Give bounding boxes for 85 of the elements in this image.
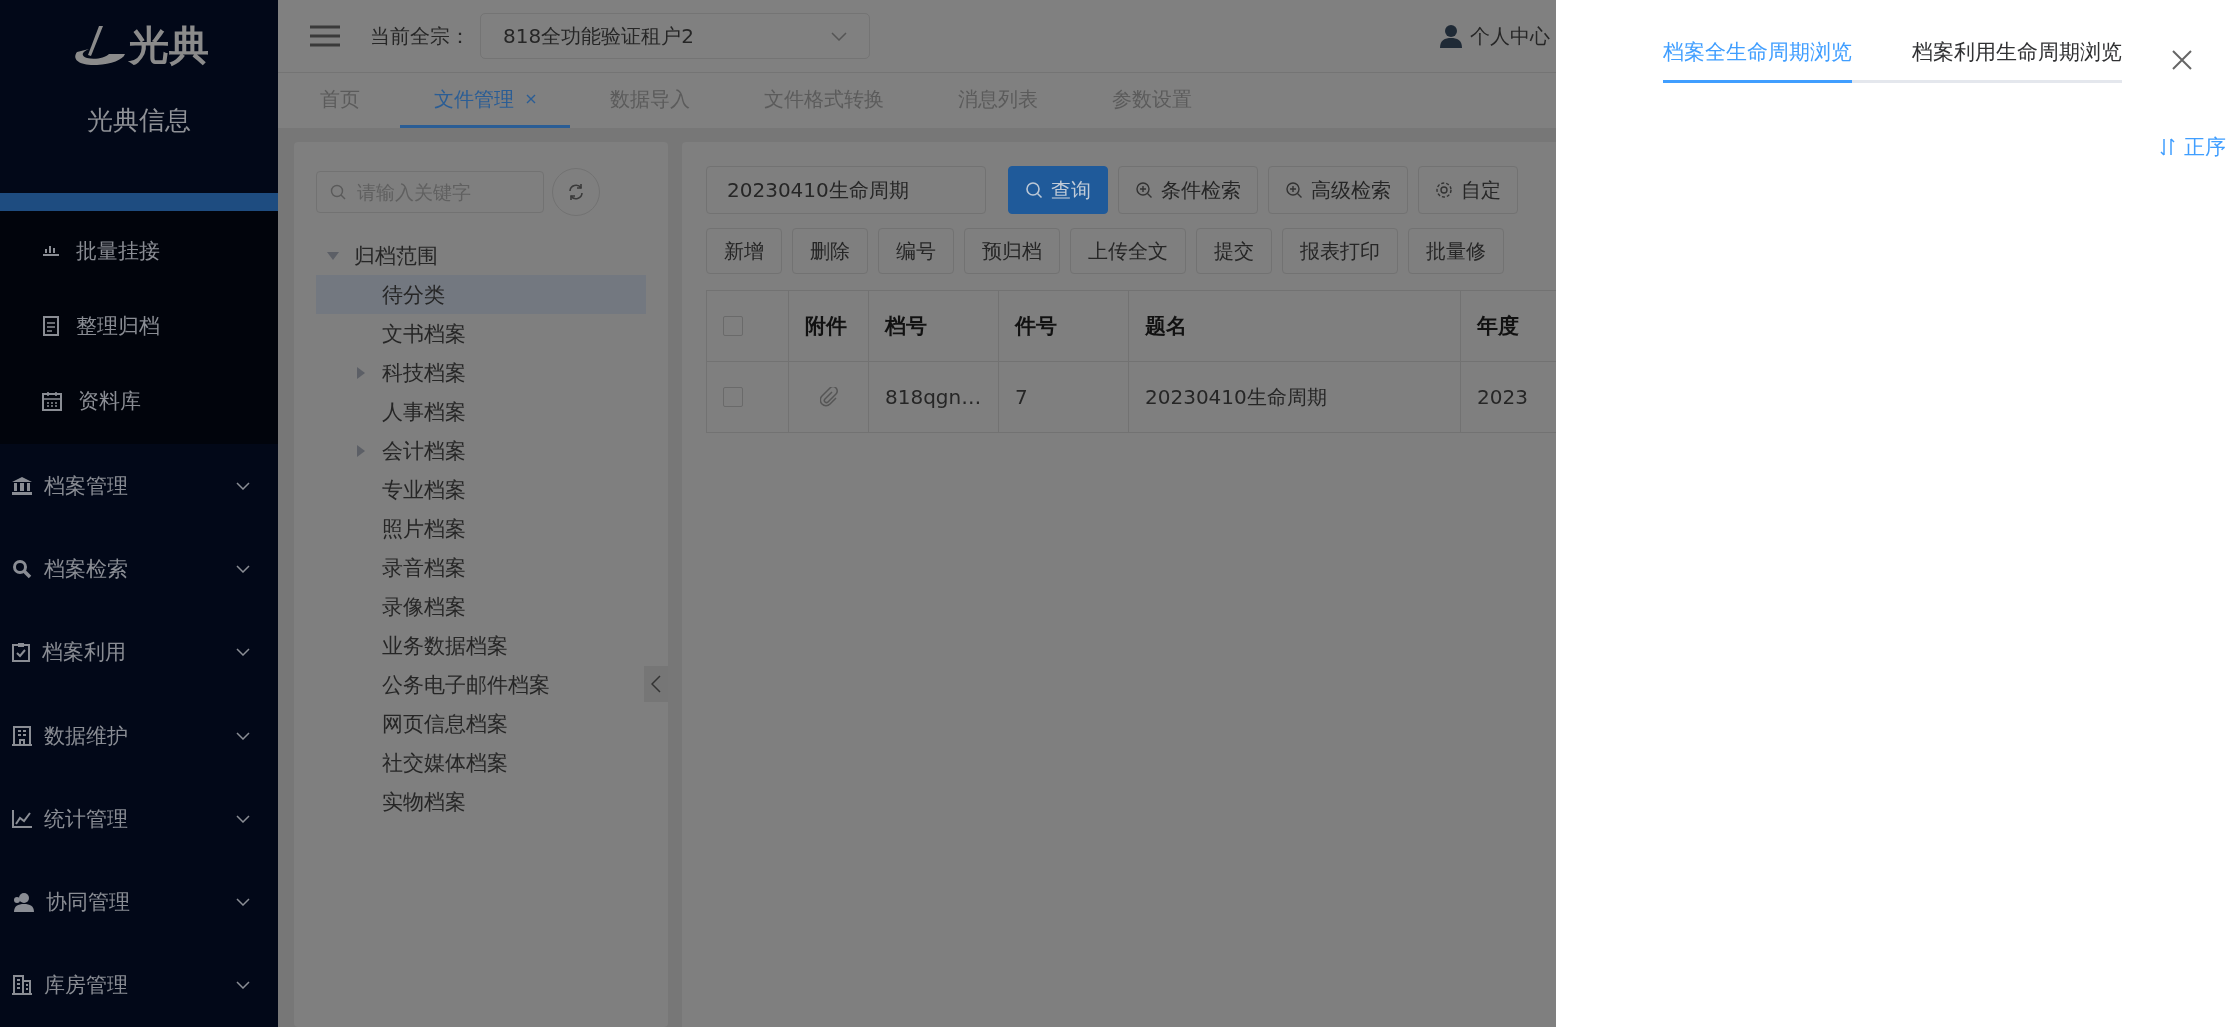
building-icon: [12, 975, 32, 996]
tree-node[interactable]: 文书档案: [316, 314, 646, 353]
fonds-label: 当前全宗：: [370, 22, 470, 50]
zoom-in-icon: [1135, 181, 1153, 199]
tree-node[interactable]: 照片档案: [316, 509, 646, 548]
sort-toggle[interactable]: 正序: [2160, 133, 2226, 161]
submenu-item[interactable]: 批量挂接: [0, 213, 278, 289]
action-button[interactable]: 批量修: [1408, 228, 1504, 274]
search-button[interactable]: 高级检索: [1268, 166, 1408, 214]
drawer-tab[interactable]: 档案利用生命周期浏览: [1912, 36, 2122, 83]
submenu-item[interactable]: 整理归档: [0, 288, 278, 364]
chevron-down-icon: [236, 898, 250, 907]
sort-icon: [2160, 138, 2176, 156]
tree-node[interactable]: 实物档案: [316, 782, 646, 821]
users-icon: [12, 892, 34, 913]
menu-item[interactable]: 数据维护: [0, 693, 278, 778]
paperclip-icon[interactable]: [819, 387, 838, 407]
drawer-tab[interactable]: 档案全生命周期浏览: [1663, 36, 1852, 83]
gear-icon: [1435, 181, 1453, 199]
tree-node[interactable]: 科技档案: [316, 353, 646, 392]
calendar-icon: [42, 390, 62, 411]
chevron-down-icon: [236, 814, 250, 823]
tree-node[interactable]: 社交媒体档案: [316, 743, 646, 782]
refresh-icon: [567, 183, 585, 201]
user-icon: [1440, 24, 1462, 48]
menu-item[interactable]: 统计管理: [0, 777, 278, 861]
chevron-left-icon: [651, 675, 661, 693]
chevron-down-icon: [236, 481, 250, 490]
submenu-item[interactable]: 资料库: [0, 363, 278, 439]
column-header: 件号: [999, 291, 1129, 361]
tree-node[interactable]: 录像档案: [316, 587, 646, 626]
building-icon: [12, 725, 32, 746]
column-header: 档号: [869, 291, 999, 361]
search-button[interactable]: 查询: [1008, 166, 1108, 214]
tree-node[interactable]: 归档范围: [316, 236, 646, 275]
menu-item[interactable]: 档案利用: [0, 610, 278, 694]
tree-node[interactable]: 待分类: [316, 275, 646, 314]
tree-node[interactable]: 录音档案: [316, 548, 646, 587]
collapse-handle[interactable]: [644, 666, 668, 702]
chevron-down-icon: [236, 731, 250, 740]
bank-icon: [12, 476, 32, 495]
tree-node[interactable]: 专业档案: [316, 470, 646, 509]
menu-item[interactable]: 档案检索: [0, 527, 278, 611]
search-icon: [330, 184, 346, 200]
action-button[interactable]: 提交: [1196, 228, 1272, 274]
tree-node[interactable]: 业务数据档案: [316, 626, 646, 665]
clipboard-check-icon: [12, 642, 30, 663]
menu-item[interactable]: 库房管理: [0, 943, 278, 1027]
query-field[interactable]: 20230410生命周期: [706, 166, 986, 214]
user-center-link[interactable]: 个人中心: [1440, 22, 1556, 50]
logo-text: 光典: [129, 21, 209, 70]
chevron-down-icon: [236, 648, 250, 657]
column-header: 题名: [1129, 291, 1461, 361]
line-chart-icon: [12, 809, 32, 828]
tree-node[interactable]: 人事档案: [316, 392, 646, 431]
menu-item[interactable]: 档案管理: [0, 444, 278, 528]
action-button[interactable]: 预归档: [964, 228, 1060, 274]
close-icon[interactable]: [2172, 50, 2192, 70]
table-cell: 818qgn…: [869, 362, 999, 432]
search-icon: [12, 559, 32, 580]
tree-node[interactable]: 网页信息档案: [316, 704, 646, 743]
menu-icon[interactable]: [310, 25, 340, 47]
chevron-down-icon: [236, 981, 250, 990]
table-cell: 7: [999, 362, 1129, 432]
search-icon: [1025, 181, 1043, 199]
bar-chart-icon: [42, 245, 60, 257]
zoom-in-icon: [1285, 181, 1303, 199]
action-button[interactable]: 新增: [706, 228, 782, 274]
tree-node[interactable]: 会计档案: [316, 431, 646, 470]
action-button[interactable]: 报表打印: [1282, 228, 1398, 274]
search-button[interactable]: 条件检索: [1118, 166, 1258, 214]
document-icon: [42, 315, 60, 336]
search-button[interactable]: 自定: [1418, 166, 1518, 214]
chevron-down-icon: [831, 31, 847, 41]
action-button[interactable]: 删除: [792, 228, 868, 274]
menu-item[interactable]: 协同管理: [0, 860, 278, 944]
action-button[interactable]: 上传全文: [1070, 228, 1186, 274]
tree-node[interactable]: 公务电子邮件档案: [316, 665, 646, 704]
table-cell: 20230410生命周期: [1129, 362, 1461, 432]
action-button[interactable]: 编号: [878, 228, 954, 274]
fonds-select[interactable]: 818全功能验证租户2: [480, 13, 870, 59]
brand-name: 光典信息: [87, 104, 191, 137]
caret-icon: [327, 250, 339, 261]
chevron-down-icon: [236, 565, 250, 574]
column-header: 附件: [789, 291, 869, 361]
